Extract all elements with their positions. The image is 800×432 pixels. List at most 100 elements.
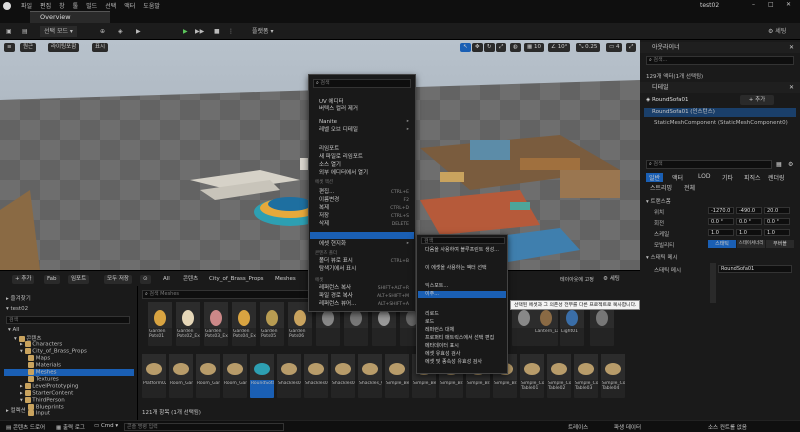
tree-textures[interactable]: Textures bbox=[28, 376, 59, 383]
add-button[interactable]: + 추가 bbox=[12, 275, 35, 284]
filter-all[interactable]: 전체 bbox=[684, 183, 695, 192]
asset-tile[interactable]: Platform02 bbox=[142, 354, 166, 398]
context-item[interactable]: 에셋 현지화 bbox=[319, 241, 346, 248]
close-icon[interactable]: ✕ bbox=[786, 1, 791, 8]
scale-tool-icon[interactable]: ⤢ bbox=[496, 43, 507, 52]
console-input[interactable]: 콘솔 명령 입력 bbox=[124, 423, 284, 431]
maximize-viewport-icon[interactable]: ⤢ bbox=[626, 43, 637, 52]
context-item[interactable]: 레벨 오브 디테일 bbox=[319, 127, 358, 134]
filter-misc[interactable]: 기타 bbox=[722, 173, 733, 182]
asset-tile[interactable]: Garden Pots05 bbox=[260, 302, 284, 346]
favorites-section[interactable]: ▸ 즐겨찾기 bbox=[6, 294, 31, 302]
platforms-dropdown[interactable]: 플랫폼 ▾ bbox=[252, 26, 273, 37]
asset-tile[interactable]: Simple_Bench bbox=[385, 354, 409, 398]
minimize-icon[interactable]: – bbox=[752, 1, 755, 8]
close-details-icon[interactable]: ✕ bbox=[789, 82, 794, 93]
menu-select[interactable]: 선택 bbox=[105, 1, 116, 10]
submenu-item[interactable]: 이 에셋을 사용하는 액터 선택 bbox=[425, 265, 487, 272]
menu-edit[interactable]: 편집 bbox=[40, 1, 51, 10]
lit-button[interactable]: 라이팅포함 bbox=[48, 43, 80, 52]
asset-tile[interactable]: Room_Gardens bbox=[196, 354, 220, 398]
close-outliner-icon[interactable]: ✕ bbox=[789, 42, 794, 53]
asset-tile[interactable]: Simple_Coffee Table04 bbox=[601, 354, 625, 398]
submenu-item[interactable]: 리로드 bbox=[425, 311, 439, 318]
submenu-item[interactable]: 프로퍼티 매트릭스에서 선택 편집 bbox=[425, 335, 494, 342]
import-button[interactable]: 임포트 bbox=[68, 275, 90, 284]
tree-input[interactable]: Input bbox=[28, 410, 50, 417]
tree-starter[interactable]: ▸ StarterContent bbox=[20, 390, 73, 397]
transform-section[interactable]: ▾ 트랜스폼 bbox=[646, 197, 671, 205]
instance-row[interactable]: RoundSofa01 (인스턴스) bbox=[644, 108, 796, 117]
asset-tile[interactable]: RoundSofa01 bbox=[250, 354, 274, 398]
context-item[interactable]: 탐색기에서 표시 bbox=[319, 266, 356, 273]
location-x[interactable]: -1270.0 bbox=[708, 207, 734, 214]
submenu-item[interactable]: 익스포트... bbox=[425, 283, 448, 290]
more-play-icon[interactable]: ⋮ bbox=[228, 26, 234, 37]
menu-help[interactable]: 도움말 bbox=[143, 1, 160, 10]
details-search-input[interactable]: ⌕ 검색 bbox=[646, 160, 772, 169]
context-item[interactable]: 파일 경로 복사 bbox=[319, 293, 353, 300]
world-icon[interactable]: ◍ bbox=[510, 43, 521, 52]
tree-maps[interactable]: Maps bbox=[28, 355, 50, 362]
submenu-search-input[interactable]: 검색 bbox=[421, 237, 505, 244]
menu-build[interactable]: 빌드 bbox=[86, 1, 97, 10]
asset-tile[interactable]: Shackles03 bbox=[331, 354, 355, 398]
grid-snap-button[interactable]: ▦ 10 bbox=[524, 43, 544, 52]
submenu-item[interactable]: 에셋 및 종속성 유효성 검사 bbox=[425, 359, 482, 366]
filter-rendering[interactable]: 렌더링 bbox=[768, 173, 785, 182]
select-mode-dropdown[interactable]: 선택 모드 ▾ bbox=[40, 26, 77, 37]
component-row[interactable]: StaticMeshComponent (StaticMeshComponent… bbox=[654, 120, 788, 126]
mode-icon[interactable]: ▤ bbox=[22, 26, 28, 37]
context-item[interactable]: 레퍼런스 뷰어... bbox=[319, 301, 356, 308]
filter-streaming[interactable]: 스트리밍 bbox=[650, 183, 672, 192]
context-item[interactable]: 삭제 bbox=[319, 221, 329, 228]
tree-thirdperson[interactable]: ▾ ThirdPerson bbox=[20, 397, 65, 404]
context-item[interactable]: 레퍼런스 복사 bbox=[319, 285, 351, 292]
filter-actor[interactable]: 액터 bbox=[672, 173, 683, 182]
rotation-y[interactable]: 0.0 ° bbox=[736, 218, 762, 225]
tree-search-input[interactable]: 검색 bbox=[6, 316, 130, 324]
asset-tile[interactable]: Room_Gardens bbox=[223, 354, 247, 398]
maximize-icon[interactable]: □ bbox=[768, 1, 774, 8]
camera-speed-button[interactable]: ▭ 4 bbox=[606, 43, 623, 52]
asset-tile[interactable]: Garden Pots01 bbox=[148, 302, 172, 346]
context-item[interactable]: 새 파일로 리임포트 bbox=[319, 154, 363, 161]
perspective-button[interactable]: 원근 bbox=[20, 43, 37, 52]
blueprint-icon[interactable]: ◈ bbox=[118, 26, 123, 37]
tree-levelproto[interactable]: ▸ LevelPrototyping bbox=[20, 383, 78, 390]
outliner-search-input[interactable]: ⌕ 검색... bbox=[646, 56, 794, 65]
tree-props[interactable]: ▾ City_of_Brass_Props bbox=[20, 348, 87, 355]
context-item[interactable]: 버텍스 컬러 제거 bbox=[319, 106, 358, 113]
rotation-z[interactable]: 0.0 ° bbox=[764, 218, 790, 225]
asset-tile[interactable]: Simple_Coffee Table03 bbox=[574, 354, 598, 398]
mobility-static[interactable]: 스태틱 bbox=[708, 240, 736, 248]
move-tool-icon[interactable]: ✥ bbox=[472, 43, 483, 52]
context-item[interactable]: 편집... bbox=[319, 189, 334, 196]
menu-window[interactable]: 창 bbox=[59, 1, 65, 10]
menu-tools[interactable]: 툴 bbox=[73, 1, 79, 10]
cb-settings-button[interactable]: ⚙ 세팅 bbox=[600, 275, 623, 284]
asset-tile[interactable]: Garden Pots04_Ex bbox=[232, 302, 256, 346]
submenu-item[interactable]: 로드 bbox=[425, 319, 434, 326]
context-item[interactable]: 폴더 뷰로 표시 bbox=[319, 258, 353, 265]
context-item[interactable]: UV 에디터 bbox=[319, 99, 344, 106]
cinematics-icon[interactable]: ▶ bbox=[136, 26, 141, 37]
asset-tile[interactable]: Garden Pots02_Ex bbox=[176, 302, 200, 346]
mobility-movable[interactable]: 무버블 bbox=[766, 240, 794, 248]
derived-data-button[interactable]: 파생 데이터 bbox=[614, 423, 641, 431]
path-content[interactable]: 콘텐츠 bbox=[180, 275, 201, 284]
tab-overview[interactable]: Overview bbox=[30, 11, 110, 23]
collections-section[interactable]: ▸ 컬렉션 bbox=[6, 406, 26, 414]
show-button[interactable]: 표시 bbox=[92, 43, 109, 52]
menu-file[interactable]: 파일 bbox=[21, 1, 32, 10]
trace-button[interactable]: 트레이스 bbox=[568, 423, 588, 431]
settings-button[interactable]: ⚙ 세팅 bbox=[768, 26, 786, 37]
rotate-tool-icon[interactable]: ↻ bbox=[484, 43, 495, 52]
viewport-menu-button[interactable]: ≡ bbox=[4, 43, 15, 52]
context-item[interactable]: 외부 에디터에서 열기 bbox=[319, 170, 368, 177]
path-props[interactable]: City_of_Brass_Props bbox=[206, 275, 267, 284]
save-icon[interactable]: ▣ bbox=[6, 26, 12, 37]
mobility-stationary[interactable]: 스테이셔너리 bbox=[737, 240, 765, 248]
details-settings-icon[interactable]: ⚙ bbox=[788, 161, 793, 168]
submenu-item[interactable]: 에셋 유효성 검사 bbox=[425, 351, 460, 358]
